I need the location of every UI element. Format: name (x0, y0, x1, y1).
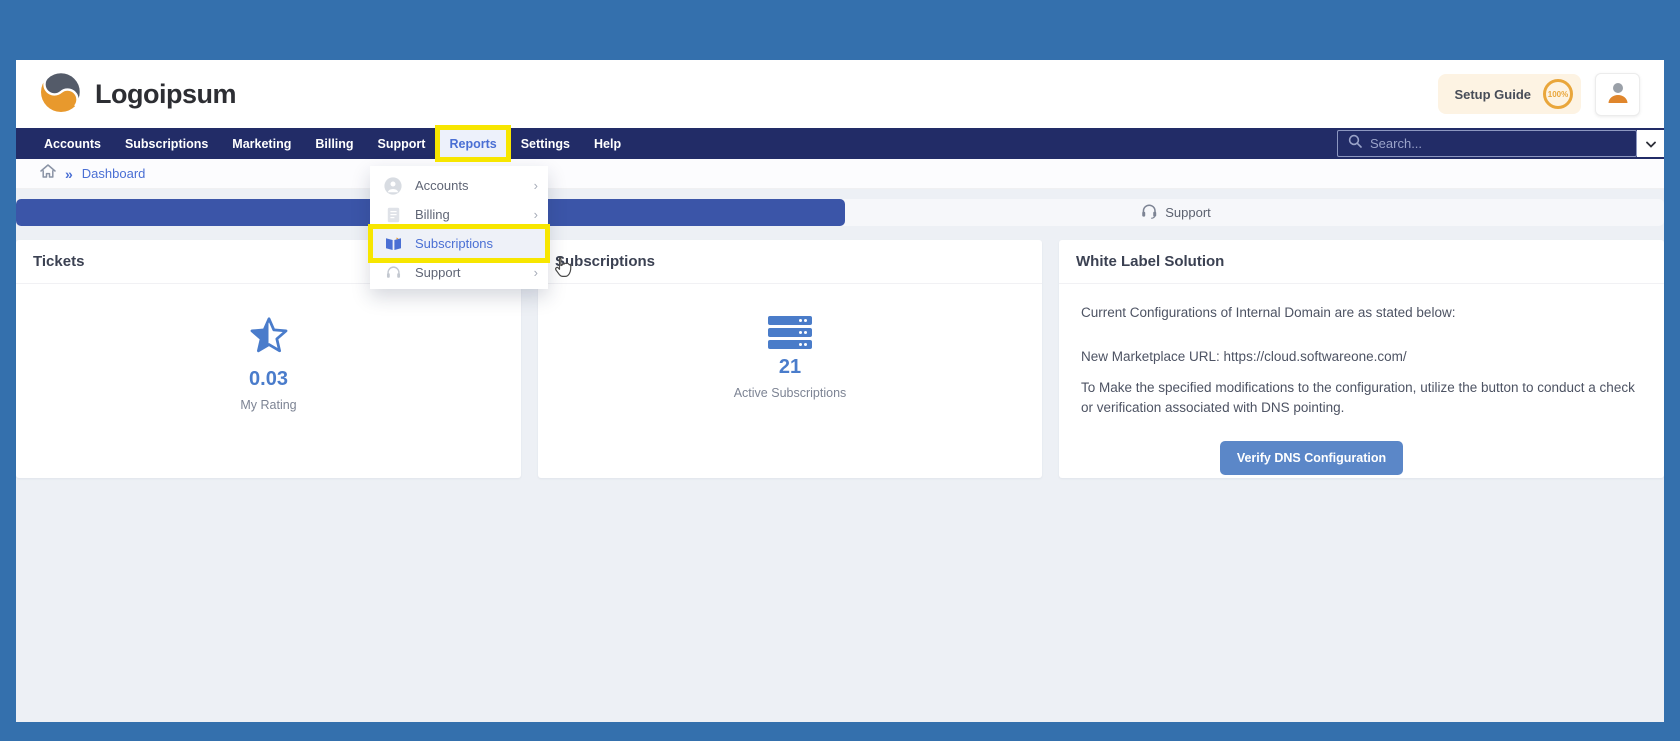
menu-item-subscriptions[interactable]: Subscriptions (370, 229, 548, 258)
star-icon (248, 316, 290, 361)
nav-item-settings[interactable]: Settings (512, 128, 579, 159)
white-label-card: White Label Solution Current Configurati… (1059, 240, 1664, 478)
tickets-rating-caption: My Rating (240, 398, 296, 412)
logo: Logoipsum (40, 71, 236, 118)
menu-item-billing[interactable]: Billing › (370, 200, 548, 229)
search-bar (1337, 130, 1637, 157)
search-scope-select[interactable] (1637, 130, 1664, 157)
user-circle-icon (384, 177, 402, 195)
setup-guide-button[interactable]: Setup Guide 100% (1438, 74, 1581, 114)
search-icon (1348, 134, 1362, 153)
open-book-icon (384, 237, 402, 251)
nav-item-support[interactable]: Support (369, 128, 435, 159)
app-window: Logoipsum Setup Guide 100% Accounts Subs… (16, 60, 1664, 722)
setup-progress-badge: 100% (1543, 79, 1573, 109)
tab-strip: Support (16, 199, 1664, 226)
breadcrumb-separator: » (65, 166, 73, 182)
nav-item-billing[interactable]: Billing (306, 128, 362, 159)
nav-item-accounts[interactable]: Accounts (35, 128, 110, 159)
server-stack-icon (768, 316, 812, 349)
header: Logoipsum Setup Guide 100% (16, 60, 1664, 128)
avatar-icon (1605, 80, 1631, 109)
headset-icon (1141, 204, 1157, 222)
nav-item-marketing[interactable]: Marketing (223, 128, 300, 159)
reports-dropdown-menu: Accounts › Billing › (370, 166, 548, 289)
chevron-down-icon (1646, 135, 1656, 153)
nav-item-help[interactable]: Help (585, 128, 630, 159)
logo-mark-icon (40, 71, 82, 118)
setup-guide-label: Setup Guide (1454, 87, 1531, 102)
user-avatar-button[interactable] (1595, 73, 1640, 116)
subscriptions-card-title: Subscriptions (538, 240, 1042, 284)
menu-item-accounts[interactable]: Accounts › (370, 171, 548, 200)
tab-support-label: Support (1165, 205, 1211, 220)
white-label-line1: Current Configurations of Internal Domai… (1081, 303, 1642, 323)
verify-dns-button[interactable]: Verify DNS Configuration (1220, 441, 1403, 475)
white-label-card-title: White Label Solution (1059, 240, 1664, 284)
chevron-right-icon: › (534, 207, 538, 222)
breadcrumb: » Dashboard (16, 159, 1664, 189)
active-subscriptions-caption: Active Subscriptions (734, 386, 847, 400)
main-nav: Accounts Subscriptions Marketing Billing… (16, 128, 1664, 159)
content-area: Support Tickets 0.03 (16, 189, 1664, 722)
menu-item-support[interactable]: Support › (370, 258, 548, 287)
home-icon[interactable] (40, 164, 56, 183)
headset-icon (384, 266, 402, 280)
tickets-rating-value: 0.03 (249, 368, 288, 391)
logo-text: Logoipsum (95, 79, 236, 110)
nav-item-subscriptions[interactable]: Subscriptions (116, 128, 217, 159)
nav-item-reports[interactable]: Reports (440, 128, 505, 159)
receipt-icon (384, 207, 402, 223)
hand-cursor-icon (552, 256, 573, 284)
chevron-right-icon: › (534, 265, 538, 280)
active-subscriptions-value: 21 (779, 356, 801, 379)
subscriptions-card: Subscriptions 21 Active Subscriptions (538, 240, 1042, 478)
search-input[interactable] (1370, 136, 1626, 151)
white-label-line2: New Marketplace URL: https://cloud.softw… (1081, 347, 1642, 367)
chevron-right-icon: › (534, 178, 538, 193)
tab-support[interactable]: Support (1141, 199, 1211, 226)
white-label-line3: To Make the specified modifications to t… (1081, 378, 1642, 417)
breadcrumb-current[interactable]: Dashboard (82, 166, 146, 181)
